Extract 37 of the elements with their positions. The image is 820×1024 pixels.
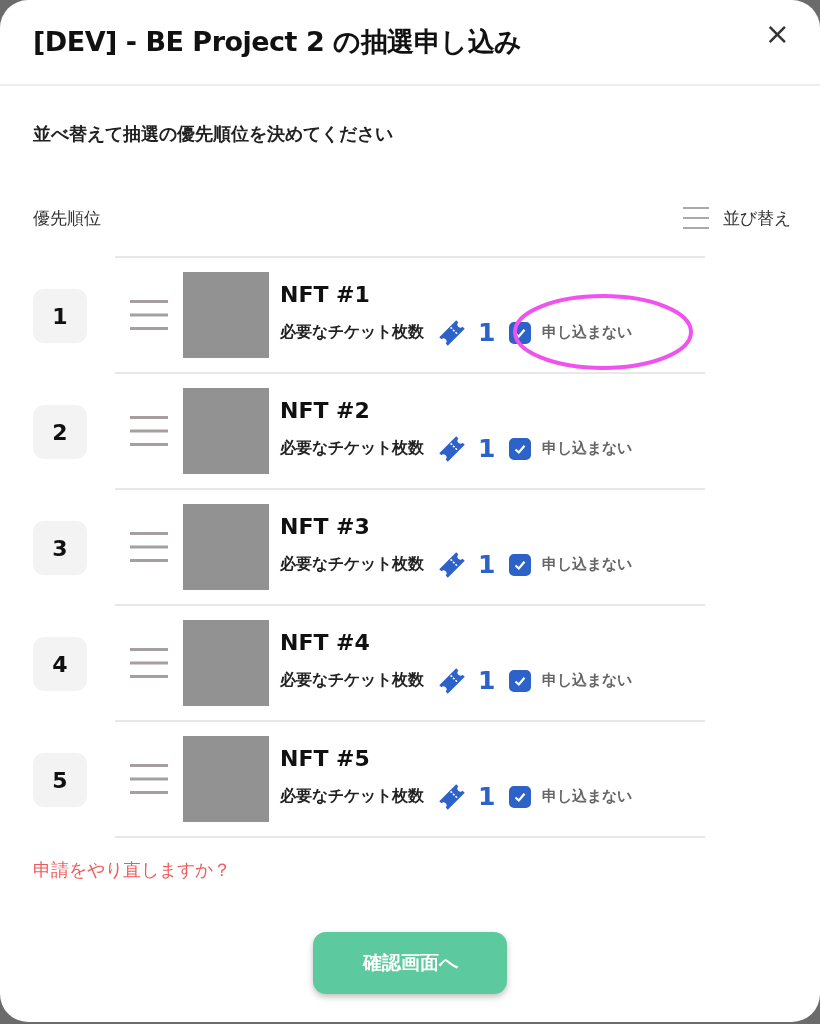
ticket-label: 必要なチケット枚数 bbox=[280, 670, 424, 691]
opt-out-checkbox[interactable]: 申し込まない bbox=[509, 437, 633, 460]
rank-badge: 4 bbox=[33, 637, 87, 691]
nft-name: NFT #3 bbox=[280, 513, 371, 539]
drag-handle-icon[interactable] bbox=[130, 763, 168, 795]
nft-name: NFT #5 bbox=[280, 745, 371, 771]
instruction-text: 並べ替えて抽選の優先順位を決めてください bbox=[33, 122, 394, 146]
ticket-count: 1 bbox=[478, 666, 496, 695]
nft-name: NFT #2 bbox=[280, 397, 371, 423]
ticket-count: 1 bbox=[478, 434, 496, 463]
drag-handle-icon[interactable] bbox=[130, 415, 168, 447]
nft-name: NFT #1 bbox=[280, 281, 371, 307]
opt-out-checkbox[interactable]: 申し込まない bbox=[509, 785, 633, 808]
rank-badge: 5 bbox=[33, 753, 87, 807]
sort-button[interactable]: 並び替え bbox=[683, 206, 791, 230]
close-button[interactable]: × bbox=[760, 15, 794, 51]
menu-icon bbox=[683, 206, 709, 230]
ticket-count: 1 bbox=[478, 782, 496, 811]
ticket-label: 必要なチケット枚数 bbox=[280, 438, 424, 459]
ticket-count: 1 bbox=[478, 318, 496, 347]
reapply-link[interactable]: 申請をやり直しますか？ bbox=[33, 858, 231, 882]
dialog-title: [DEV] - BE Project 2 の抽選申し込み bbox=[33, 25, 522, 59]
rank-badge: 1 bbox=[33, 289, 87, 343]
ticket-label: 必要なチケット枚数 bbox=[280, 322, 424, 343]
opt-out-checkbox[interactable]: 申し込まない bbox=[509, 553, 633, 576]
drag-handle-icon[interactable] bbox=[130, 531, 168, 563]
ticket-label: 必要なチケット枚数 bbox=[280, 554, 424, 575]
priority-label: 優先順位 bbox=[33, 206, 101, 230]
rank-badge: 3 bbox=[33, 521, 87, 575]
opt-out-checkbox[interactable]: 申し込まない bbox=[509, 669, 633, 692]
nft-name: NFT #4 bbox=[280, 629, 371, 655]
ticket-count: 1 bbox=[478, 550, 496, 579]
opt-out-checkbox[interactable]: 申し込まない bbox=[509, 321, 633, 344]
rank-badge: 2 bbox=[33, 405, 87, 459]
drag-handle-icon[interactable] bbox=[130, 299, 168, 331]
ticket-label: 必要なチケット枚数 bbox=[280, 786, 424, 807]
drag-handle-icon[interactable] bbox=[130, 647, 168, 679]
